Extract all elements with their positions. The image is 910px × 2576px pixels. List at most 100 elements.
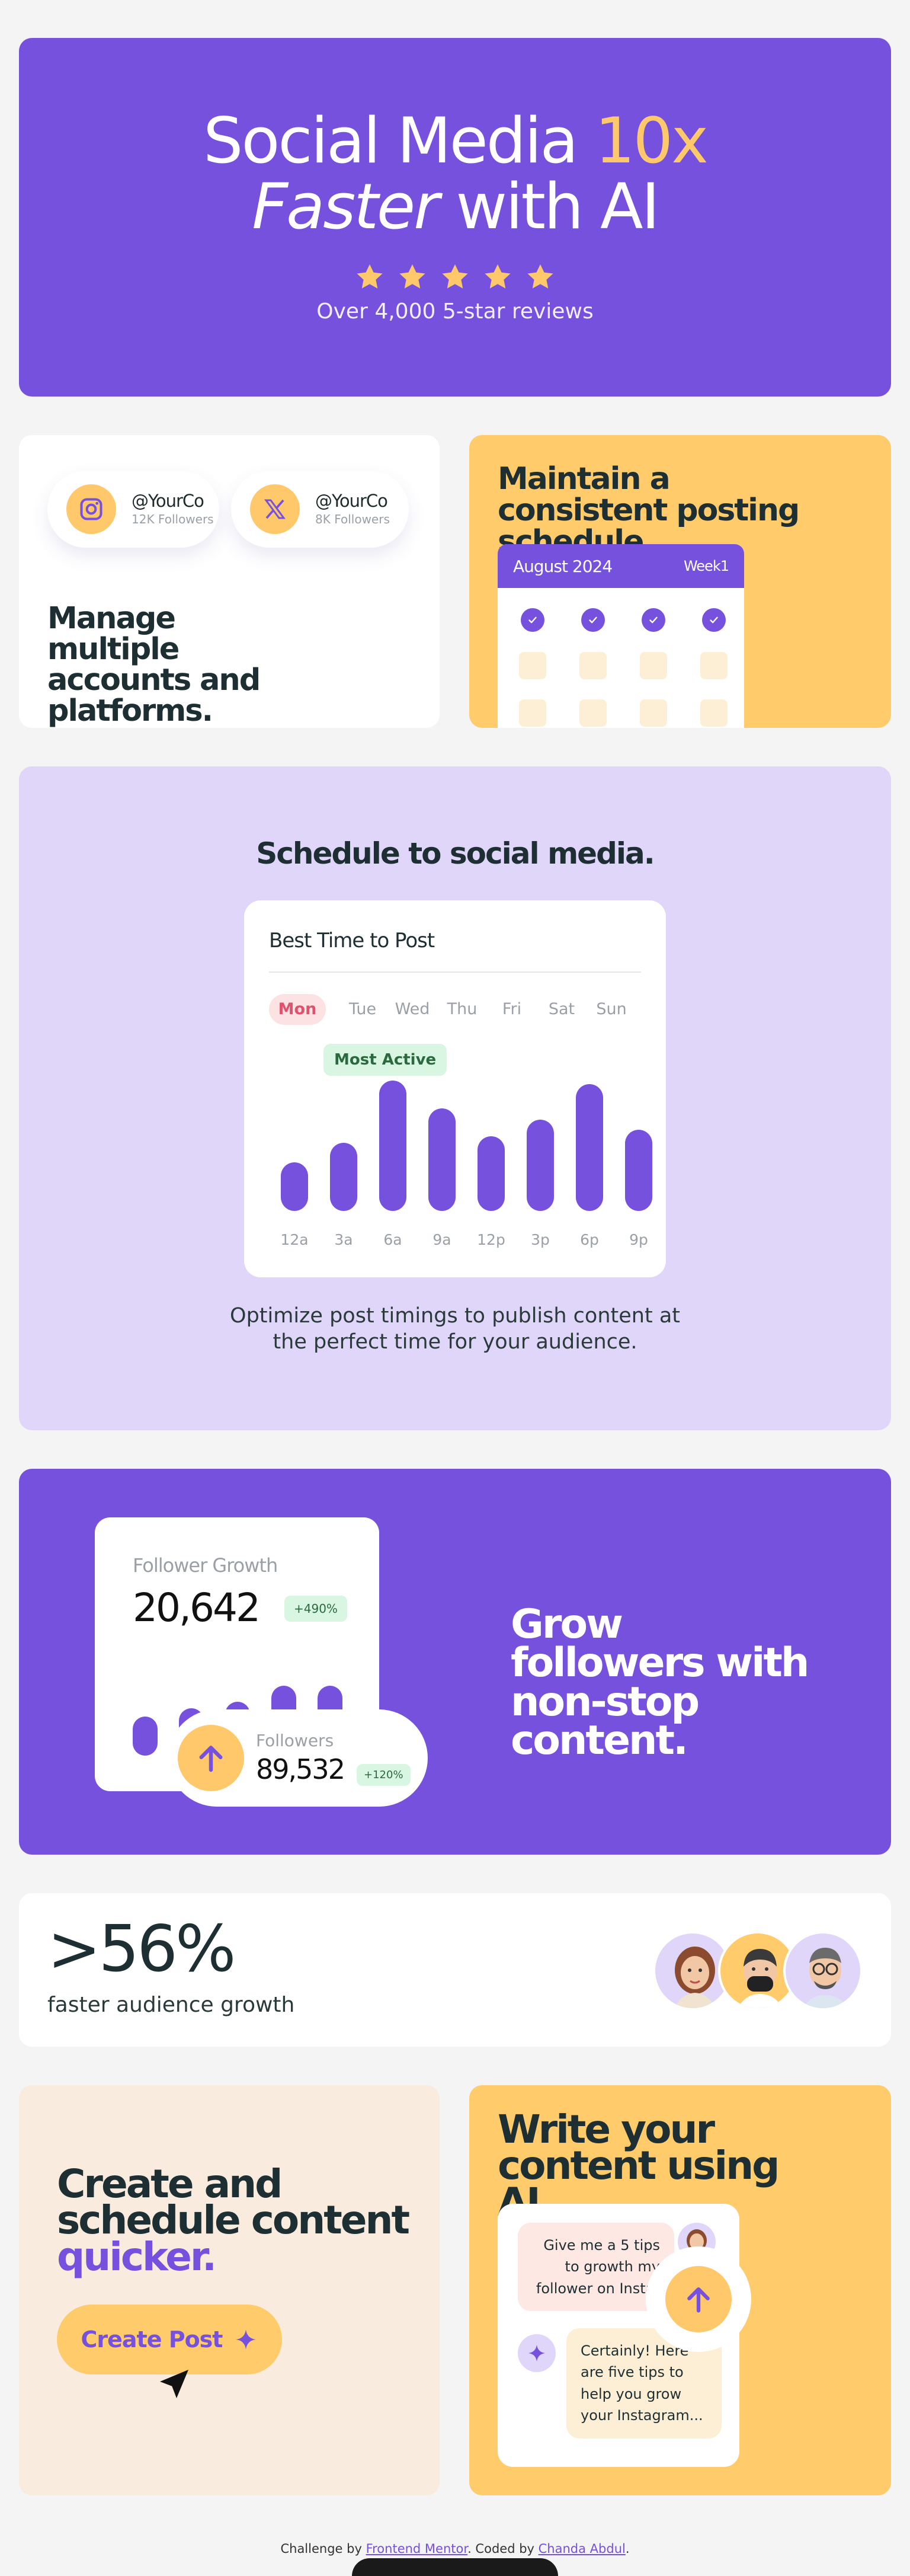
day-tab-wed[interactable]: Wed [389,994,436,1025]
calendar-widget: August 2024 Week1 [498,544,744,728]
chart-tick-label: 3p [531,1231,550,1248]
attribution-footer: Challenge by Frontend Mentor. Coded by C… [280,2542,630,2556]
day-tab-sat[interactable]: Sat [538,994,585,1025]
create-post-button[interactable]: Create Post [57,2305,282,2374]
follower-growth-value: 20,642 [133,1585,261,1631]
calendar-slot [640,652,667,679]
followers-value: 89,532 [256,1753,345,1785]
check-icon [581,608,605,632]
most-active-badge: Most Active [323,1044,447,1076]
reviews-text: Over 4,000 5-star reviews [316,299,594,324]
create-card: Create and schedule content quicker. Cre… [19,2085,440,2495]
ai-sparkle-icon [518,2334,556,2372]
send-button[interactable] [646,2246,751,2352]
calendar-slot [700,699,728,727]
hero-card: Social Media 10x Faster with AI Over 4,0… [19,38,891,397]
hero-title: Social Media 10x Faster with AI [19,108,891,240]
hero-title-part2: with AI [437,170,659,244]
calendar-slot [579,652,607,679]
rating-stars [19,261,891,293]
chart-bar [527,1120,554,1211]
sparkle-icon [236,2329,257,2350]
star-icon [399,264,425,289]
check-icon [642,608,665,632]
arrow-up-icon [178,1725,244,1791]
chart-tick-label: 12a [280,1231,309,1248]
followers-pill: Followers 89,532 +120% [168,1709,428,1807]
growth-label: faster audience growth [47,1993,295,2017]
frontend-mentor-link[interactable]: Frontend Mentor [366,2542,468,2556]
chart-bar [281,1162,308,1211]
chart-title: Best Time to Post [269,929,435,953]
account-followers: 12K Followers [132,512,214,526]
star-icon [442,264,468,289]
chart-tick-label: 6p [580,1231,599,1248]
dev-toolbar[interactable] [352,2558,558,2576]
hero-title-italic: Faster [252,170,440,244]
chart-tick-label: 12p [477,1231,505,1248]
x-logo-icon [250,484,300,534]
grow-heading: Grow followers with non-stop content. [511,1601,809,1764]
check-icon [521,608,544,632]
chart-bar [379,1081,406,1211]
growth-badge: +490% [284,1596,347,1622]
schedule-heading: Schedule to social media. [256,836,655,871]
stats-card: >56% faster audience growth [19,1893,891,2047]
ai-write-card: Write your content using AI. Give me a 5… [469,2085,891,2495]
day-tab-tue[interactable]: Tue [339,994,386,1025]
calendar-month: August 2024 [513,556,613,576]
followers-badge: +120% [357,1764,411,1786]
star-icon [527,264,553,289]
chart-tick-label: 9p [629,1231,648,1248]
star-icon [357,264,383,289]
best-time-chart: Best Time to Post Mon Tue Wed Thu Fri Sat Sun … [244,900,666,1277]
accounts-heading: Manage multiple accounts and platforms. [47,601,261,728]
account-followers: 8K Followers [315,512,390,526]
account-handle: @YourCo [132,491,204,511]
growth-percentage: >56% [47,1912,236,1986]
create-post-label: Create Post [81,2326,223,2353]
create-heading: Create and schedule content quicker. [57,2161,410,2280]
calendar-slot [700,652,728,679]
calendar-slot [519,699,546,727]
followers-caption: Followers [256,1731,334,1750]
day-tab-thu[interactable]: Thu [438,994,486,1025]
schedule-consistency-card: Maintain a consistent posting schedule. … [469,435,891,728]
day-tab-sun[interactable]: Sun [588,994,635,1025]
check-icon [702,608,726,632]
instagram-icon [66,484,116,534]
schedule-card: Schedule to social media. Best Time to P… [19,766,891,1430]
calendar-slot [640,699,667,727]
divider [269,971,641,973]
schedule-description: Optimize post timings to publish content… [230,1304,680,1354]
cursor-icon [160,2370,188,2398]
hero-title-part1: Social Media [203,104,595,177]
chart-bar [428,1108,456,1211]
chart-bar [330,1142,357,1211]
chart-tick-label: 3a [334,1231,353,1248]
growth-bar [133,1716,158,1756]
grow-card: Follower Growth 20,642 +490% Followers 8… [19,1469,891,1855]
chart-bar [576,1084,603,1211]
chart-tick-label: 9a [432,1231,451,1248]
calendar-header: August 2024 Week1 [498,544,744,588]
calendar-grid [498,588,744,727]
author-link[interactable]: Chanda Abdul [539,2542,626,2556]
avatar-glasses-man [783,1931,863,2011]
chart-tick-label: 6a [383,1231,402,1248]
chart-bar [478,1136,505,1211]
calendar-slot [579,699,607,727]
chart-bar [625,1129,652,1211]
account-pill-x: @YourCo 8K Followers [231,471,409,548]
day-tab-fri[interactable]: Fri [488,994,536,1025]
follower-growth-caption: Follower Growth [133,1554,278,1577]
create-heading-accent: quicker. [57,2233,217,2280]
arrow-up-icon [665,2266,732,2332]
calendar-week: Week1 [683,558,729,574]
star-icon [485,264,511,289]
account-handle: @YourCo [315,491,388,511]
hero-title-accent: 10x [595,104,709,177]
accounts-card: @YourCo 12K Followers @YourCo 8K Followe… [19,435,440,728]
day-tab-mon[interactable]: Mon [269,994,326,1025]
calendar-slot [519,652,546,679]
